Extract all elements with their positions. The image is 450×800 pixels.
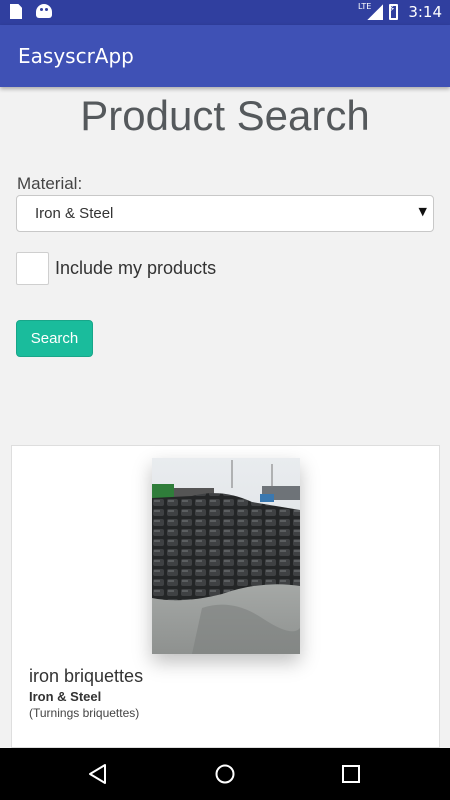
product-image[interactable] [152,458,300,654]
home-icon[interactable] [213,762,237,786]
briquettes-photo [152,458,300,654]
page-title: Product Search [80,92,370,139]
sd-card-icon [10,4,22,19]
include-my-products-checkbox[interactable] [16,252,49,285]
android-debug-icon [36,4,52,18]
navigation-bar [0,748,450,800]
dropdown-caret-icon: ▼ [418,205,427,218]
result-card[interactable]: iron briquettes Iron & Steel (Turnings b… [11,445,440,748]
app-title: EasyscrApp [18,44,134,68]
back-icon[interactable] [86,762,110,786]
include-my-products-label[interactable]: Include my products [55,258,216,279]
status-bar: LTE 3:14 [0,0,450,25]
include-my-products-row: Include my products [16,252,216,285]
search-button[interactable]: Search [16,320,93,357]
status-clock: 3:14 [408,3,442,21]
material-label: Material: [17,174,83,193]
recents-icon[interactable] [339,762,363,786]
app-bar: EasyscrApp [0,25,450,87]
material-select-value: Iron & Steel [35,205,114,222]
product-category: Iron & Steel [29,689,102,704]
product-subtitle: (Turnings briquettes) [29,706,140,720]
material-select[interactable]: Iron & Steel ▼ [16,195,434,232]
product-name: iron briquettes [29,666,144,686]
lte-label: LTE [358,1,372,11]
battery-charging-icon [388,4,399,20]
